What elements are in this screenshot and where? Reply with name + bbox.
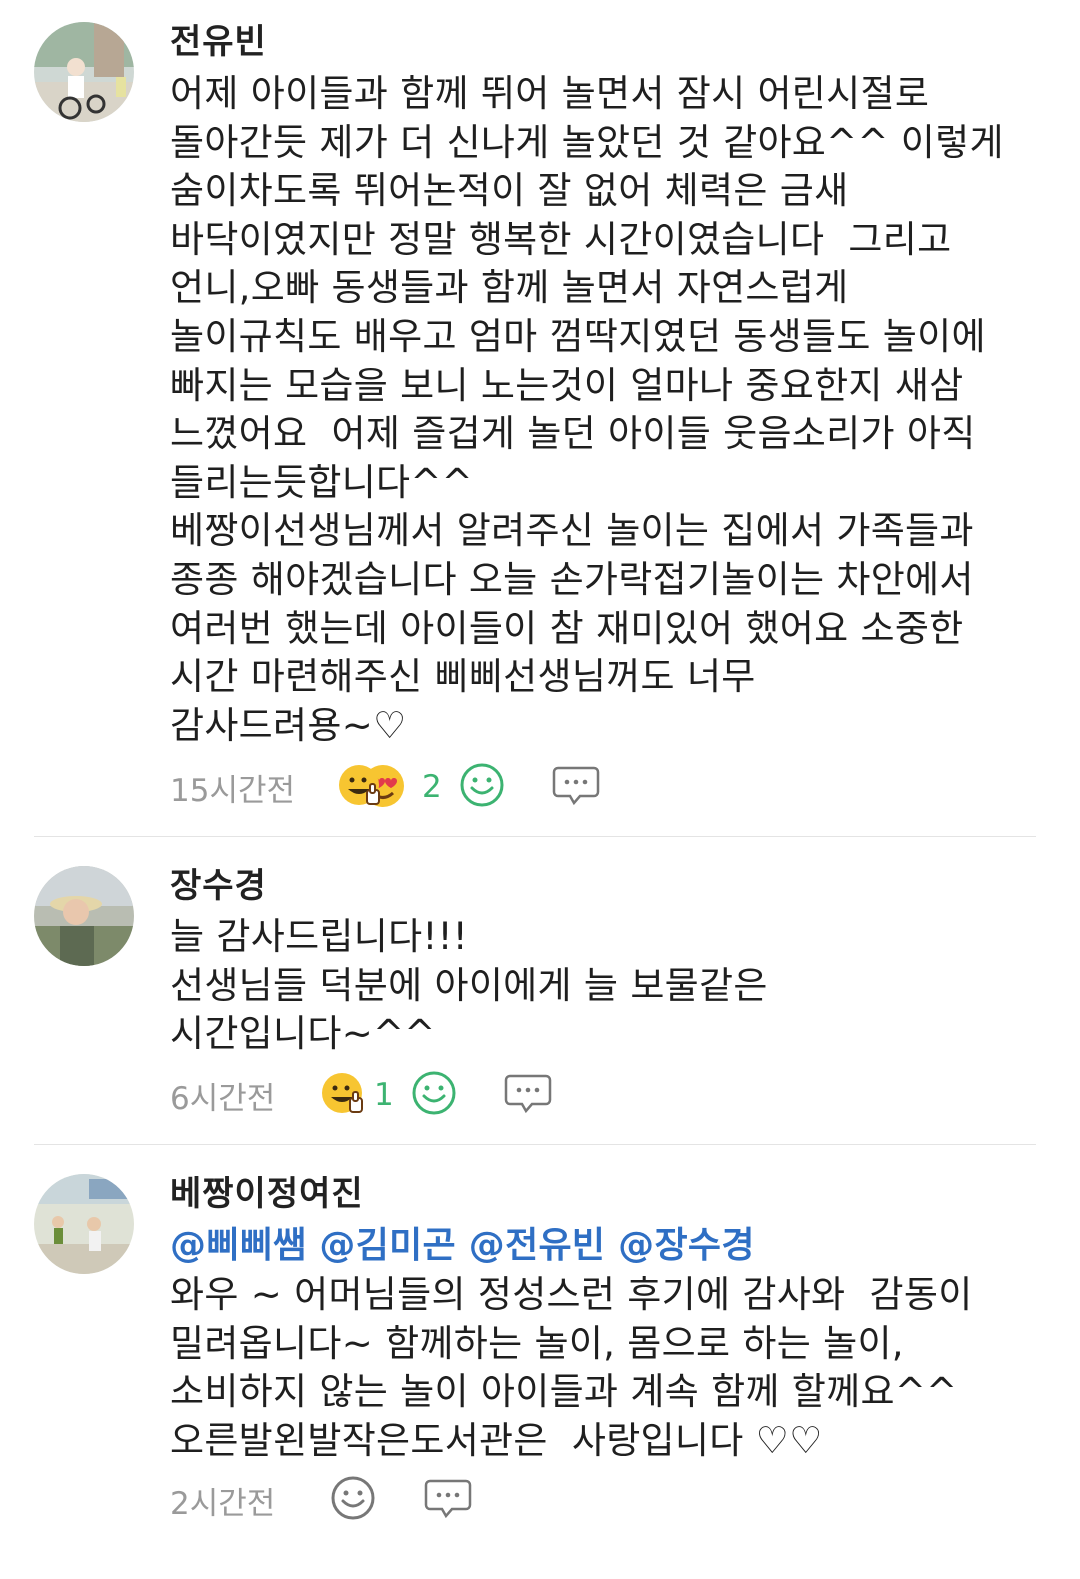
reply-button[interactable] — [424, 1475, 472, 1525]
smiley-outline-icon — [331, 1476, 375, 1520]
smiley-outline-icon — [460, 763, 504, 807]
speech-bubble-icon — [504, 1074, 552, 1114]
comment-meta: 2시간전 — [170, 1475, 472, 1525]
speech-bubble-icon — [552, 766, 600, 806]
thumbs-up-smile-emoji-icon — [339, 765, 380, 805]
comment-author[interactable]: 장수경 — [170, 866, 267, 906]
add-reaction-button[interactable] — [459, 762, 505, 812]
divider — [34, 1144, 1036, 1145]
comment-text: 와우 ~ 어머님들의 정성스런 후기에 감사와 감동이 밀려옵니다~ 함께하는 … — [170, 1273, 973, 1462]
reaction-count: 1 — [374, 1077, 394, 1113]
avatar[interactable] — [34, 22, 134, 122]
comment-text: 늘 감사드립니다!!! 선생님들 덕분에 아이에게 늘 보물같은 시간입니다~^… — [170, 915, 768, 1056]
avatar-photo — [34, 1174, 134, 1274]
avatar-photo — [34, 866, 134, 966]
reaction-summary[interactable] — [320, 1070, 374, 1120]
comment-meta: 15시간전 2 — [170, 762, 600, 812]
smiley-outline-icon — [412, 1071, 456, 1115]
comment-time: 6시간전 — [170, 1080, 276, 1117]
comment-author[interactable]: 전유빈 — [170, 22, 267, 62]
comment-text: 어제 아이들과 함께 뛰어 놀면서 잠시 어린시절로 돌아간듯 제가 더 신나게… — [170, 72, 1004, 747]
avatar-photo — [34, 22, 134, 122]
comment-time: 2시간전 — [170, 1485, 276, 1522]
add-reaction-button[interactable] — [411, 1070, 457, 1120]
add-reaction-button[interactable] — [330, 1475, 376, 1525]
comment-meta: 6시간전 1 — [170, 1070, 552, 1120]
speech-bubble-icon — [424, 1479, 472, 1519]
comment-mentions[interactable]: @삐삐쌤 @김미곤 @전유빈 @장수경 — [170, 1222, 1050, 1271]
avatar[interactable] — [34, 1174, 134, 1274]
divider — [34, 836, 1036, 837]
thumbs-up-smile-emoji-icon — [322, 1073, 363, 1113]
comment-author[interactable]: 베짱이정여진 — [170, 1174, 364, 1214]
reaction-count: 2 — [422, 769, 442, 805]
avatar[interactable] — [34, 866, 134, 966]
reply-button[interactable] — [504, 1070, 552, 1120]
reaction-summary[interactable] — [337, 762, 419, 812]
comment-time: 15시간전 — [170, 772, 296, 809]
reply-button[interactable] — [552, 762, 600, 812]
